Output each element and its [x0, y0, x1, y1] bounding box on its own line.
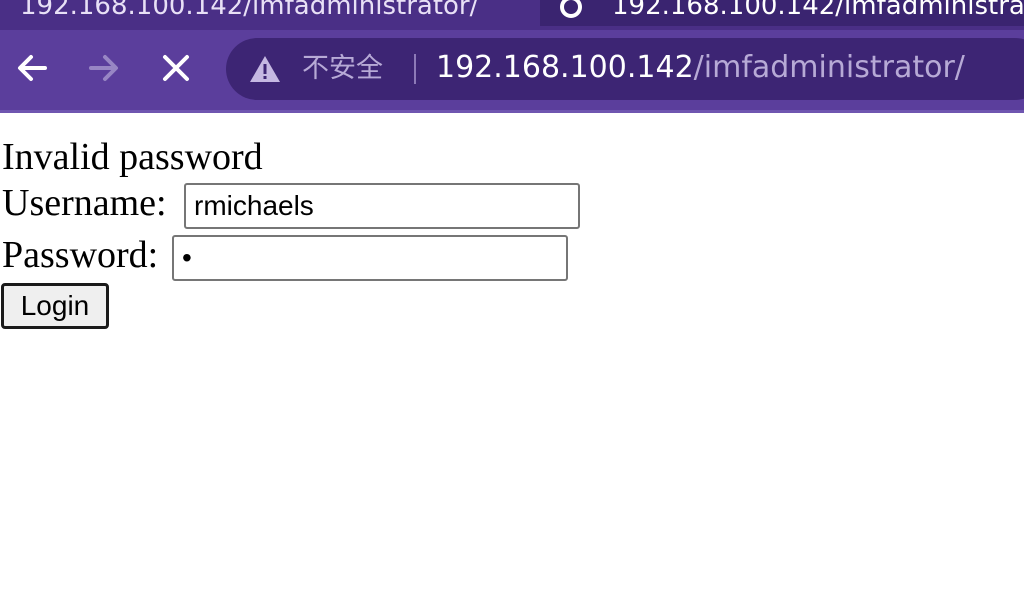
- url-host: 192.168.100.142: [436, 50, 694, 85]
- warning-icon[interactable]: [248, 54, 282, 84]
- url-path: /imfadministrator/: [693, 50, 965, 85]
- stop-icon: [163, 55, 189, 81]
- address-separator: [414, 54, 416, 84]
- back-button[interactable]: [12, 48, 52, 88]
- forward-icon: [89, 55, 118, 81]
- loading-icon: [560, 0, 582, 18]
- username-field[interactable]: [184, 183, 580, 229]
- error-message: Invalid password: [2, 136, 263, 178]
- stop-button[interactable]: [156, 48, 196, 88]
- tab-inactive[interactable]: 192.168.100.142/imfadministrator/: [20, 0, 520, 26]
- tab-title: 192.168.100.142/imfadministrator/: [612, 0, 1024, 21]
- tab-active[interactable]: 192.168.100.142/imfadministrator/: [540, 0, 1024, 26]
- password-label: Password:: [2, 234, 159, 276]
- back-icon: [18, 55, 47, 81]
- url-text[interactable]: 192.168.100.142/imfadministrator/: [436, 50, 965, 86]
- password-field[interactable]: [172, 235, 568, 281]
- login-button[interactable]: Login: [1, 283, 109, 329]
- page-content: Invalid password Username: Password: Log…: [0, 113, 1024, 590]
- tab-title: 192.168.100.142/imfadministrator/: [20, 0, 479, 21]
- security-label[interactable]: 不安全: [302, 52, 383, 86]
- forward-button[interactable]: [84, 48, 124, 88]
- tab-strip: 192.168.100.142/imfadministrator/ 192.16…: [0, 0, 1024, 30]
- address-bar[interactable]: 不安全 192.168.100.142/imfadministrator/: [226, 38, 1024, 100]
- browser-chrome: 192.168.100.142/imfadministrator/ 192.16…: [0, 0, 1024, 112]
- username-label: Username:: [2, 182, 167, 224]
